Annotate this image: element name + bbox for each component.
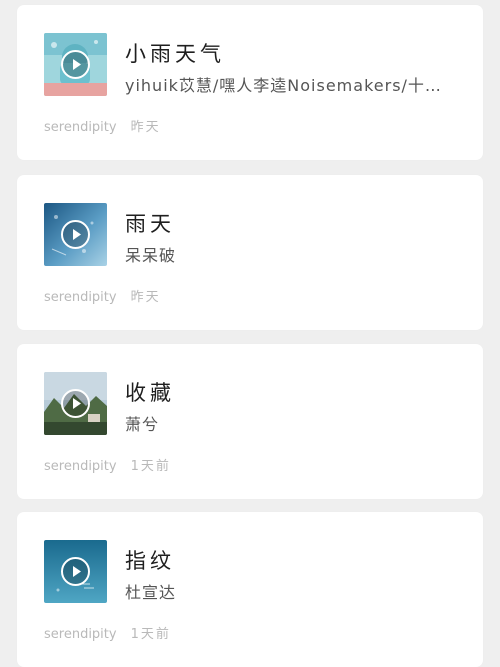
source-label: serendipity [44,459,117,474]
play-circle-icon[interactable] [61,50,90,79]
song-card[interactable]: 小雨天气 yihuik苡慧/嘿人李逵Noisemakers/十… serendi… [17,5,483,160]
play-circle-icon[interactable] [61,389,90,418]
song-meta: serendipity 1天前 [44,455,171,474]
song-title: 收藏 [125,381,175,405]
album-cover[interactable] [44,540,107,603]
time-label: 昨天 [130,120,161,135]
song-meta: serendipity 昨天 [44,286,161,305]
play-circle-icon[interactable] [61,557,90,586]
song-artist: yihuik苡慧/嘿人李逵Noisemakers/十… [125,76,442,95]
song-title: 指纹 [125,549,175,573]
song-card[interactable]: 雨天 呆呆破 serendipity 昨天 [17,175,483,330]
song-artist: 杜宣达 [125,583,177,602]
song-artist: 呆呆破 [125,246,177,265]
source-label: serendipity [44,290,117,305]
song-title: 小雨天气 [125,42,225,66]
album-cover[interactable] [44,203,107,266]
source-label: serendipity [44,120,117,135]
song-card[interactable]: 收藏 萧兮 serendipity 1天前 [17,344,483,499]
time-label: 昨天 [130,290,161,305]
album-cover[interactable] [44,372,107,435]
song-artist: 萧兮 [125,415,160,434]
song-title: 雨天 [125,212,175,236]
source-label: serendipity [44,627,117,642]
play-circle-icon[interactable] [61,220,90,249]
song-card[interactable]: 指纹 杜宣达 serendipity 1天前 [17,512,483,667]
time-label: 1天前 [130,459,171,474]
song-meta: serendipity 昨天 [44,116,161,135]
time-label: 1天前 [130,627,171,642]
song-meta: serendipity 1天前 [44,623,171,642]
album-cover[interactable] [44,33,107,96]
